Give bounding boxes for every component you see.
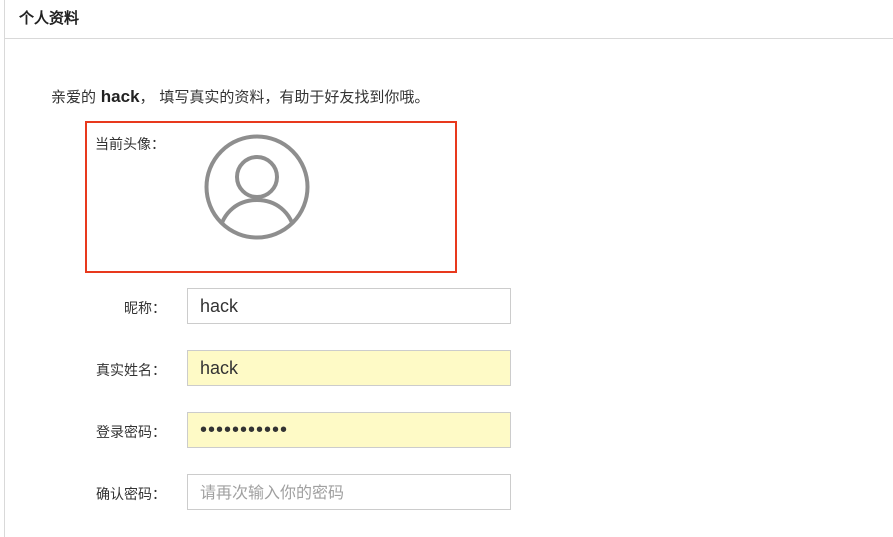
password-input[interactable] xyxy=(187,412,511,448)
confirm-password-label: 确认密码： xyxy=(96,487,166,503)
realname-label: 真实姓名： xyxy=(96,363,166,379)
nickname-label: 昵称： xyxy=(124,301,166,317)
greeting-text: 亲爱的 hack， 填写真实的资料，有助于好友找到你哦。 xyxy=(51,87,429,107)
password-label: 登录密码： xyxy=(96,425,166,441)
nickname-input[interactable] xyxy=(187,288,511,324)
confirm-password-input[interactable] xyxy=(187,474,511,510)
avatar-svg xyxy=(204,134,310,240)
greeting-username: hack xyxy=(100,87,140,106)
user-avatar-icon[interactable] xyxy=(203,133,311,241)
profile-panel: 个人资料 亲爱的 hack， 填写真实的资料，有助于好友找到你哦。 当前头像： … xyxy=(4,0,893,537)
panel-header: 个人资料 xyxy=(5,0,893,39)
greeting-suffix: ， 填写真实的资料，有助于好友找到你哦。 xyxy=(139,88,430,106)
realname-input[interactable] xyxy=(187,350,511,386)
greeting-prefix: 亲爱的 xyxy=(51,88,97,106)
avatar-label: 当前头像： xyxy=(95,137,165,153)
page-title: 个人资料 xyxy=(19,9,80,27)
avatar-section: 当前头像： xyxy=(85,121,457,273)
